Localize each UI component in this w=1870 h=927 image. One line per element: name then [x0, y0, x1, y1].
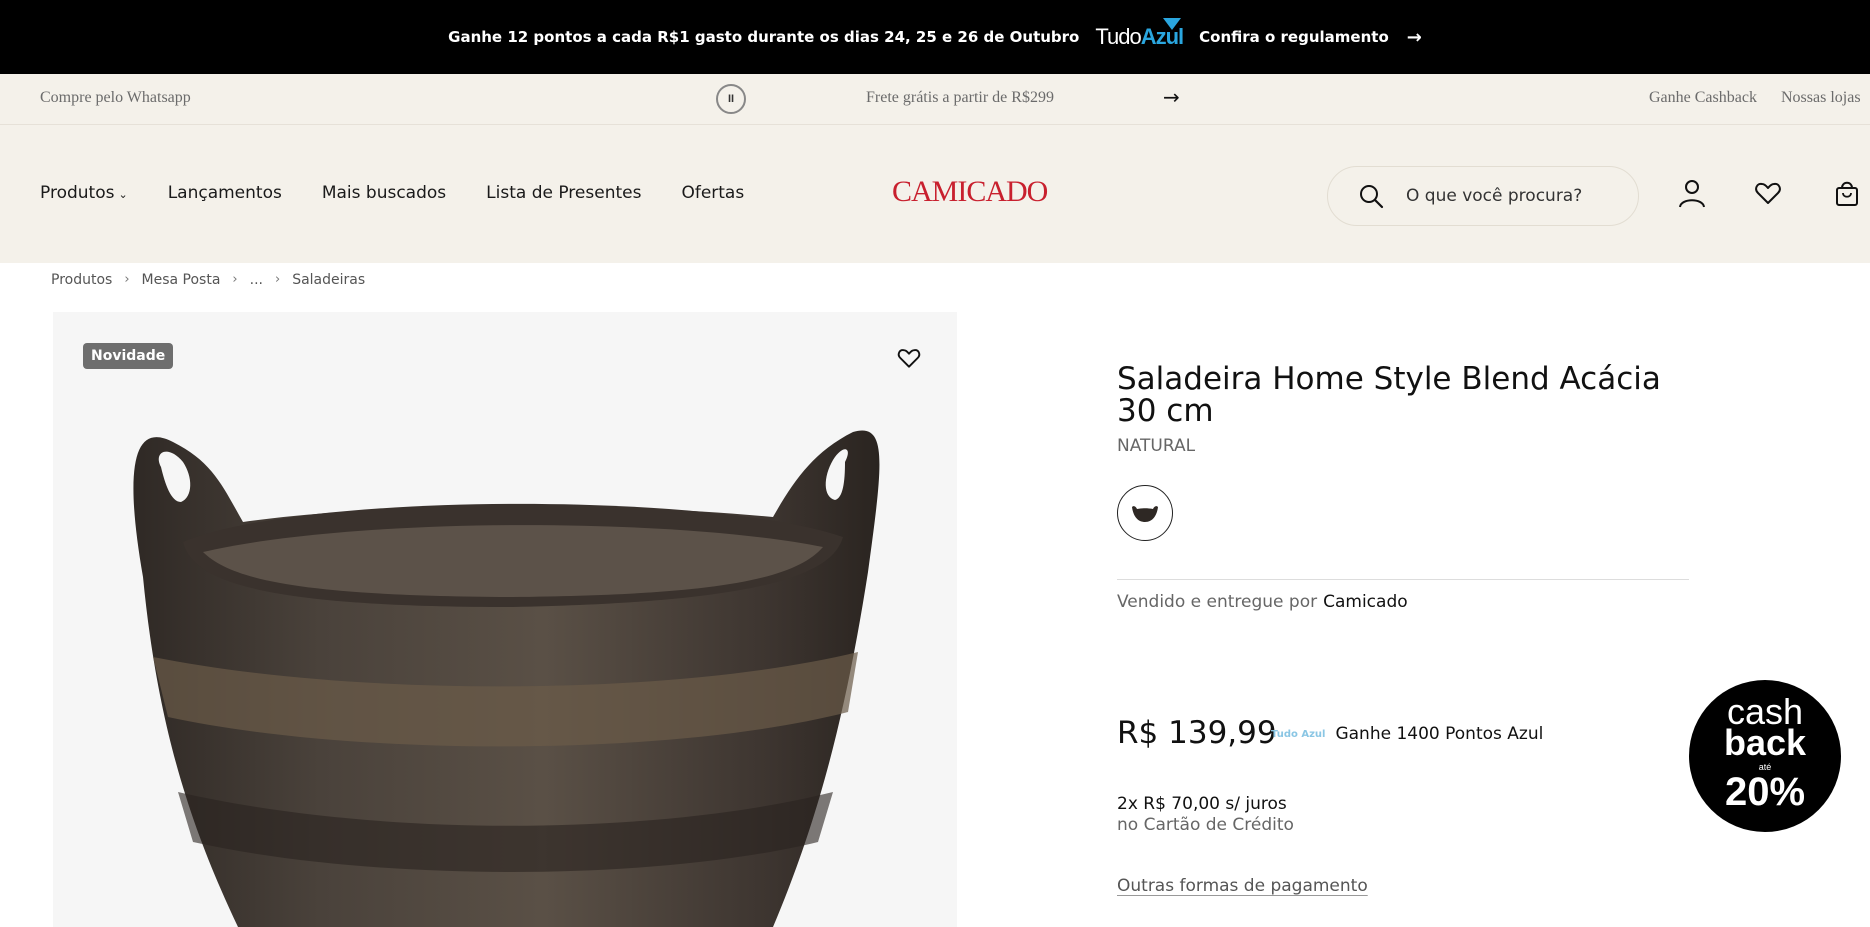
stores-link[interactable]: Nossas lojas	[1781, 89, 1861, 107]
seller-info: Vendido e entregue por Camicado	[1117, 592, 1408, 612]
breadcrumb-item[interactable]: Saladeiras	[292, 272, 365, 288]
bag-icon[interactable]	[1832, 178, 1862, 208]
chevron-right-icon: ›	[232, 272, 238, 287]
promo-bar: Ganhe 12 pontos a cada R$1 gasto durante…	[0, 0, 1870, 74]
arrow-right-icon[interactable]: →	[1407, 27, 1422, 48]
main-nav: Produtos ⌄ Lançamentos Mais buscados List…	[40, 183, 744, 203]
product-title: Saladeira Home Style Blend Acácia 30 cm	[1117, 361, 1661, 429]
arrow-right-icon[interactable]: →	[1163, 85, 1180, 109]
cashback-badge[interactable]: cash back até 20%	[1689, 680, 1841, 832]
info-bar: Compre pelo Whatsapp II Frete grátis a p…	[0, 74, 1870, 125]
nav-lancamentos[interactable]: Lançamentos	[168, 183, 282, 203]
installments: 2x R$ 70,00 s/ juros	[1117, 794, 1287, 814]
chevron-right-icon: ›	[124, 272, 130, 287]
main-header: Produtos ⌄ Lançamentos Mais buscados List…	[0, 125, 1870, 263]
promo-text: Ganhe 12 pontos a cada R$1 gasto durante…	[448, 28, 1080, 46]
divider	[1117, 579, 1689, 580]
nav-produtos[interactable]: Produtos ⌄	[40, 183, 128, 203]
heart-icon[interactable]	[1753, 178, 1783, 208]
product-image[interactable]: Novidade	[53, 312, 957, 927]
search-icon[interactable]	[1358, 183, 1384, 209]
breadcrumb-item[interactable]: Produtos	[51, 272, 112, 288]
other-payments-link[interactable]: Outras formas de pagamento	[1117, 876, 1368, 896]
points-info: Tudo Azul Ganhe 1400 Pontos Azul	[1271, 724, 1543, 744]
breadcrumb-item[interactable]: ...	[250, 272, 263, 288]
pause-icon[interactable]: II	[716, 84, 746, 114]
nav-ofertas[interactable]: Ofertas	[681, 183, 744, 203]
whatsapp-link[interactable]: Compre pelo Whatsapp	[40, 89, 191, 107]
search-input[interactable]: O que você procura?	[1406, 186, 1582, 206]
chevron-right-icon: ›	[274, 272, 281, 287]
product-price: R$ 139,99	[1117, 715, 1277, 751]
search-box[interactable]: O que você procura?	[1327, 166, 1639, 226]
nav-lista-presentes[interactable]: Lista de Presentes	[486, 183, 641, 203]
product-color: NATURAL	[1117, 436, 1196, 456]
breadcrumb: Produtos › Mesa Posta › ... › Saladeiras	[51, 272, 365, 288]
breadcrumb-item[interactable]: Mesa Posta	[142, 272, 221, 288]
cashback-link[interactable]: Ganhe Cashback	[1649, 89, 1757, 107]
color-swatch[interactable]	[1117, 485, 1173, 541]
salad-bowl-photo	[133, 430, 880, 927]
bowl-thumbnail-icon	[1132, 506, 1158, 522]
shipping-message: Frete grátis a partir de R$299	[866, 89, 1054, 106]
tudoazul-logo: Tudo Azul	[1095, 18, 1184, 50]
nav-mais-buscados[interactable]: Mais buscados	[322, 183, 446, 203]
installments-note: no Cartão de Crédito	[1117, 815, 1294, 835]
seller-name[interactable]: Camicado	[1323, 592, 1408, 612]
tudoazul-small-logo: Tudo Azul	[1271, 728, 1326, 740]
promo-regulation-link[interactable]: Confira o regulamento	[1199, 28, 1389, 46]
chevron-down-icon: ⌄	[118, 188, 128, 201]
user-icon[interactable]	[1677, 178, 1707, 208]
camicado-logo[interactable]: CAMICADO	[892, 175, 1048, 209]
points-text: Ganhe 1400 Pontos Azul	[1335, 724, 1544, 744]
